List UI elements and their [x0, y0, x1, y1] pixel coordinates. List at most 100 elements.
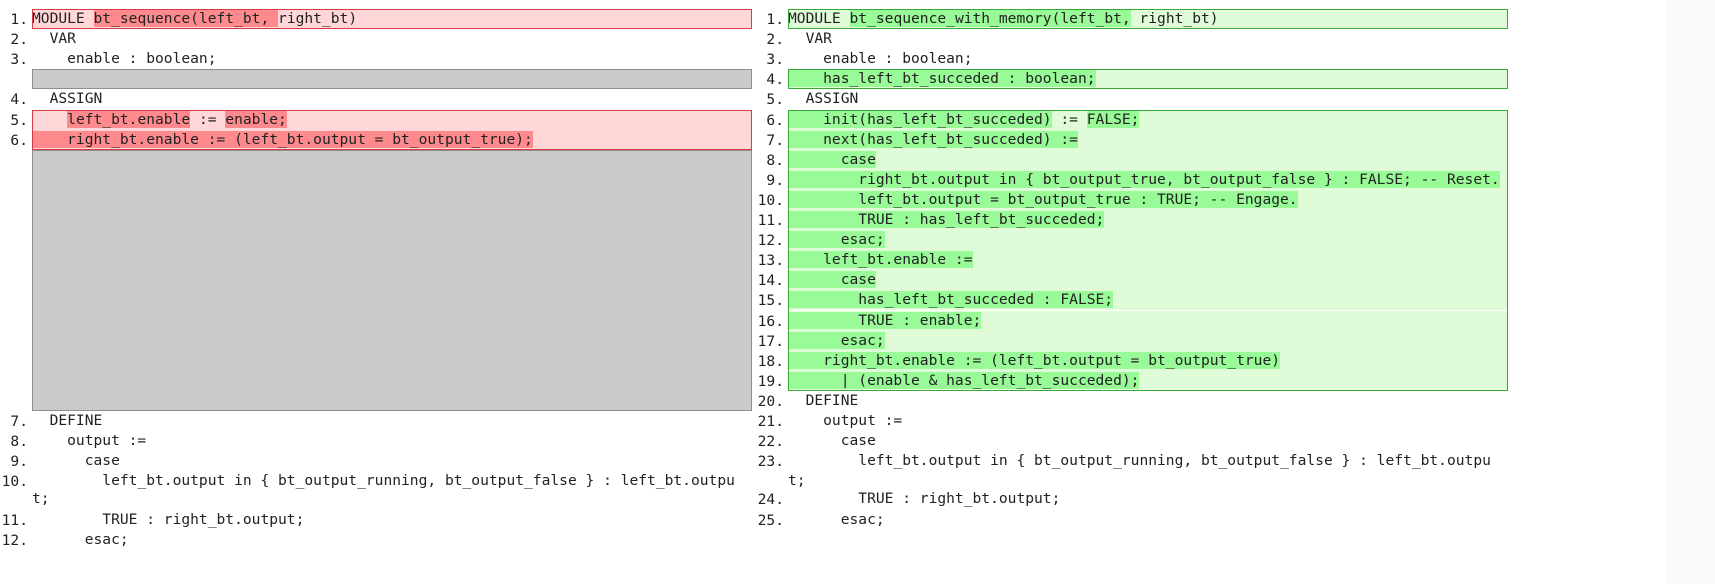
code-line: enable : boolean; [32, 49, 752, 69]
line-number: 7. [10, 413, 28, 430]
changed-token: left_bt.enable := [788, 251, 973, 269]
code-text: ASSIGN [32, 90, 103, 108]
added-code-line: MODULE bt_sequence_with_memory(left_bt, … [788, 9, 1508, 30]
deleted-code-line: right_bt.enable := (left_bt.output = bt_… [32, 129, 752, 150]
changed-token: has_left_bt_succeded : FALSE; [788, 291, 1114, 309]
added-code-line: left_bt.enable := [788, 250, 1508, 271]
code-text: enable : boolean; [788, 50, 973, 68]
line-number: 10. [757, 191, 784, 209]
line-number: 15. [757, 292, 784, 310]
code-text: ASSIGN [788, 90, 859, 108]
code-line: output := [788, 411, 1508, 431]
scrollbar[interactable] [1665, 0, 1715, 584]
code-line: esac; [32, 530, 752, 550]
line-number: 19. [757, 372, 784, 390]
added-code-line: TRUE : enable; [788, 310, 1508, 331]
line-number: 6. [766, 111, 784, 129]
code-line: left_bt.output in { bt_output_running, b… [32, 471, 752, 491]
empty-placeholder-block [32, 69, 752, 90]
code-line: left_bt.output in { bt_output_running, b… [788, 451, 1508, 471]
code-line: DEFINE [788, 391, 1508, 411]
changed-token: esac; [788, 331, 885, 349]
line-number: 25. [757, 511, 784, 529]
deleted-code-line: MODULE bt_sequence(left_bt, right_bt) [32, 9, 752, 30]
added-code-line: init(has_left_bt_succeded) := FALSE; [788, 109, 1508, 130]
line-number: 21. [757, 413, 784, 430]
code-line: VAR [788, 29, 1508, 49]
changed-token: has_left_bt_succeded : boolean; [788, 70, 1096, 88]
line-number: 22. [757, 433, 784, 451]
code-text: t; [32, 490, 50, 508]
empty-placeholder-block [32, 149, 752, 411]
changed-token: TRUE : has_left_bt_succeded; [788, 211, 1105, 228]
line-number: 14. [757, 272, 784, 290]
code-line: case [788, 431, 1508, 451]
added-code-line: next(has_left_bt_succeded) := [788, 129, 1508, 150]
code-text: left_bt.output in { bt_output_running, b… [32, 472, 735, 490]
line-number: 17. [757, 332, 784, 350]
code-text: DEFINE [32, 412, 103, 429]
code-line: TRUE : right_bt.output; [32, 510, 752, 530]
line-number: 4. [766, 71, 784, 89]
line-number: 24. [757, 491, 784, 509]
line-number: 12. [757, 232, 784, 250]
changed-token: bt_sequence(left_bt, [93, 10, 279, 27]
code-text: MODULE [32, 10, 94, 27]
changed-token: | (enable & has_left_bt_succeded); [788, 371, 1140, 389]
code-line: enable : boolean; [788, 49, 1508, 69]
code-text: VAR [788, 30, 832, 48]
line-number: 5. [766, 91, 784, 109]
code-text: left_bt.output in { bt_output_running, b… [788, 452, 1491, 470]
added-code-line: right_bt.enable := (left_bt.output = bt_… [788, 350, 1508, 371]
added-code-line: has_left_bt_succeded : FALSE; [788, 290, 1508, 311]
code-line: case [32, 451, 752, 471]
added-code-line: case [788, 270, 1508, 291]
code-text: right_bt) [1130, 10, 1219, 27]
changed-token: left_bt.output = bt_output_true : TRUE; … [788, 190, 1298, 208]
line-number: 2. [766, 31, 784, 49]
code-text: right_bt) [278, 10, 358, 27]
code-text: DEFINE [788, 391, 859, 409]
code-text: case [788, 432, 876, 450]
changed-token: TRUE : enable; [788, 311, 982, 329]
added-code-line: has_left_bt_succeded : boolean; [788, 69, 1508, 90]
added-code-line: esac; [788, 230, 1508, 251]
changed-token: init(has_left_bt_succeded) [788, 110, 1052, 128]
changed-token: esac; [788, 231, 885, 249]
changed-token: FALSE; [1086, 110, 1140, 128]
added-code-line: | (enable & has_left_bt_succeded); [788, 370, 1508, 391]
line-number: 9. [10, 453, 28, 471]
added-code-line: left_bt.output = bt_output_true : TRUE; … [788, 189, 1508, 210]
line-number: 1. [10, 11, 28, 28]
code-line: esac; [788, 510, 1508, 530]
changed-token: right_bt.enable := (left_bt.output = bt_… [32, 130, 533, 148]
code-text: TRUE : right_bt.output; [32, 510, 305, 528]
line-number: 5. [10, 111, 28, 129]
deleted-code-line: left_bt.enable := enable; [32, 109, 752, 130]
line-number: 2. [10, 31, 28, 49]
changed-token: case [788, 271, 876, 289]
code-text: case [32, 452, 120, 470]
code-line: ASSIGN [788, 89, 1508, 109]
line-number: 13. [757, 252, 784, 270]
line-number: 18. [757, 352, 784, 370]
changed-token: case [788, 150, 876, 168]
changed-token: bt_sequence_with_memory(left_bt, [849, 10, 1131, 27]
code-line: TRUE : right_bt.output; [788, 489, 1508, 509]
code-text: TRUE : right_bt.output; [788, 490, 1061, 508]
changed-token: enable; [225, 110, 287, 128]
line-number: 7. [766, 131, 784, 149]
line-number: 8. [10, 433, 28, 451]
added-code-line: TRUE : has_left_bt_succeded; [788, 210, 1508, 231]
added-code-line: esac; [788, 330, 1508, 351]
code-text: MODULE [788, 10, 850, 27]
code-line: ASSIGN [32, 89, 752, 109]
code-text: t; [788, 472, 806, 490]
code-text: := [1051, 110, 1087, 128]
line-number: 6. [10, 131, 28, 149]
code-text: VAR [32, 30, 76, 48]
line-number: 1. [766, 11, 784, 28]
code-line: t; [32, 489, 752, 509]
line-number: 11. [1, 511, 28, 529]
